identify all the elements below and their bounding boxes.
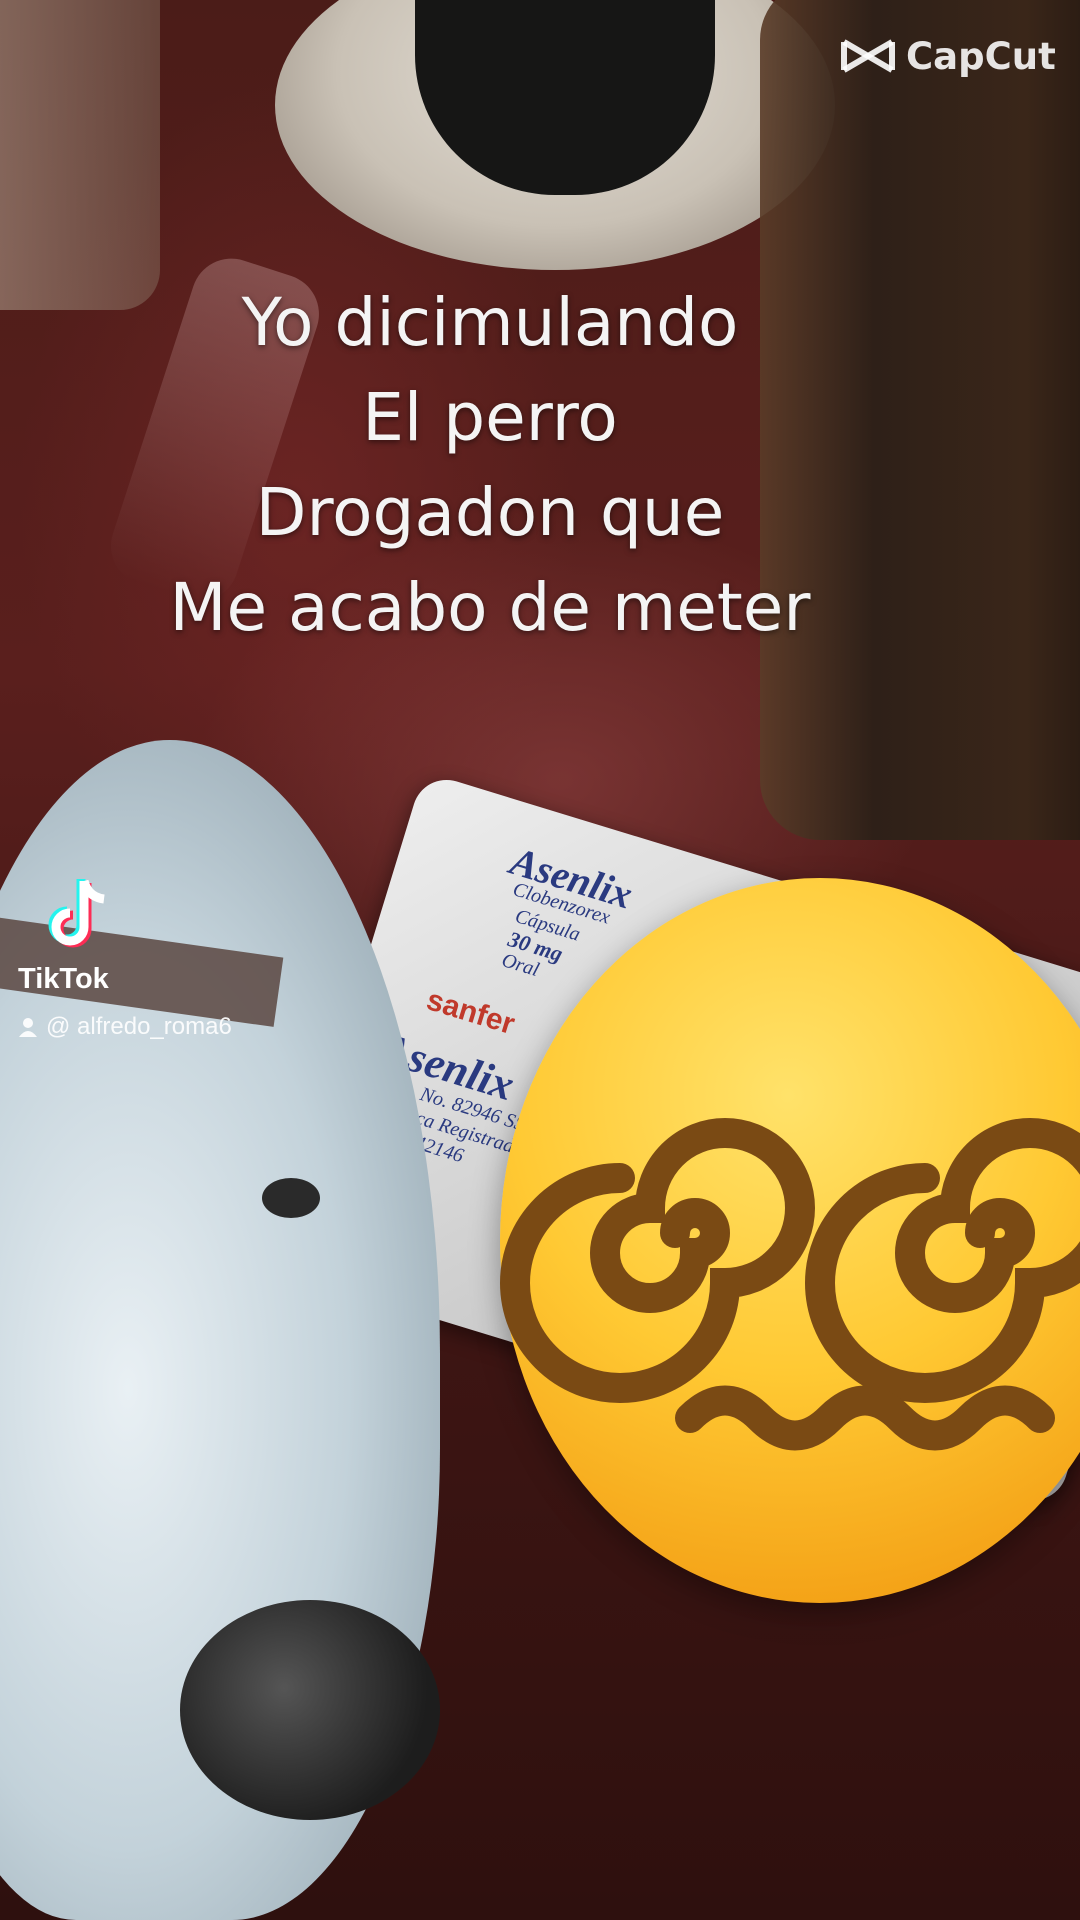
capcut-watermark: CapCut: [840, 28, 1056, 84]
person-icon: [19, 1018, 37, 1037]
tiktok-username: @ alfredo_roma6: [46, 1013, 232, 1040]
glass-left: [0, 0, 160, 310]
capcut-label: CapCut: [906, 34, 1056, 78]
capcut-logo-icon: [841, 39, 895, 73]
tiktok-username-row: @ alfredo_roma6: [18, 1013, 232, 1041]
face-with-spiral-eyes-emoji: [500, 878, 1080, 1603]
caption-overlay: Yo dicimulando El perro Drogadon que Me …: [0, 275, 980, 655]
dog-eye: [262, 1178, 320, 1218]
caption-line: Me acabo de meter: [169, 569, 811, 646]
spiral-eyes-icon: [500, 1118, 1080, 1451]
caption-line: Drogadon que: [255, 474, 725, 551]
tiktok-label: TikTok: [18, 963, 109, 995]
dog-nose: [180, 1600, 440, 1820]
caption-line: El perro: [362, 379, 618, 456]
video-frame: Asenlix Clobenzorex Cápsula 30 mg Oral A…: [0, 0, 1080, 1920]
caption-line: Yo dicimulando: [241, 284, 739, 361]
tiktok-logo-icon: [48, 879, 105, 948]
